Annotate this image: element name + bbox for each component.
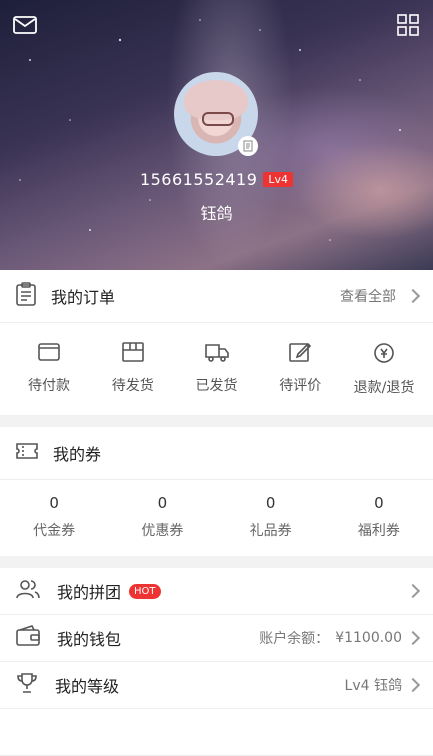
wallet-icon (15, 625, 41, 651)
order-pending-shipment[interactable]: 待发货 (92, 341, 174, 397)
level-row[interactable]: 我的等级 Lv4 钰鸽 (0, 662, 433, 709)
clipboard-icon (15, 282, 37, 310)
nickname: 钰鸽 (200, 204, 233, 223)
view-all-label: 查看全部 (340, 289, 396, 305)
coupon-counts: 0 代金券 0 优惠券 0 礼品券 0 福利券 (0, 480, 433, 556)
chevron-right-icon (405, 630, 421, 646)
chevron-right-icon (405, 677, 421, 693)
view-all-orders[interactable]: 查看全部 (340, 286, 421, 306)
balance-value: ¥1100.00 (335, 630, 402, 646)
level-badge: Lv4 (263, 172, 294, 187)
chevron-right-icon (405, 288, 421, 304)
order-label: 退款/退货 (353, 380, 415, 396)
wallet-row[interactable]: 我的钱包 账户余额： ¥1100.00 (0, 615, 433, 662)
group-buy-row[interactable]: 我的拼团 HOT (0, 568, 433, 615)
section-divider (0, 415, 433, 427)
coupon-count: 0 (265, 494, 276, 512)
level-title: 我的等级 (55, 677, 120, 696)
order-label: 待评价 (279, 378, 322, 394)
coupon-count: 0 (49, 494, 59, 512)
balance-label: 账户余额： (259, 631, 330, 647)
order-shipped[interactable]: 已发货 (176, 341, 258, 397)
edit-profile-icon[interactable] (238, 136, 258, 156)
order-pending-review[interactable]: 待评价 (259, 341, 341, 397)
orders-card: 我的订单 查看全部 待付款 待发货 已发货 待评价 退款/退货 (0, 270, 433, 415)
users-icon (15, 578, 41, 604)
wallet-title: 我的钱包 (57, 630, 122, 649)
coupon-discount[interactable]: 0 优惠券 (117, 494, 207, 540)
wallet-icon (37, 341, 61, 367)
hot-badge: HOT (129, 583, 161, 599)
coupon-label: 代金券 (33, 523, 76, 539)
trophy-icon (15, 671, 39, 699)
group-buy-title: 我的拼团 (57, 583, 122, 602)
chevron-right-icon (405, 583, 421, 599)
coupon-label: 福利券 (357, 523, 400, 539)
refund-icon (372, 341, 396, 369)
order-pending-payment[interactable]: 待付款 (8, 341, 90, 397)
order-label: 待发货 (111, 378, 154, 394)
orders-header[interactable]: 我的订单 查看全部 (0, 270, 433, 323)
coupon-gift[interactable]: 0 礼品券 (226, 494, 316, 540)
truck-icon (204, 341, 230, 367)
coupon-count: 0 (157, 494, 168, 512)
coupon-cash[interactable]: 0 代金券 (9, 494, 99, 540)
ticket-icon (15, 442, 39, 464)
order-refund[interactable]: 退款/退货 (343, 341, 425, 397)
edit-icon (288, 341, 312, 367)
coupons-card: 我的券 0 代金券 0 优惠券 0 礼品券 0 福利券 (0, 427, 433, 556)
coupon-label: 礼品券 (249, 523, 292, 539)
coupons-title: 我的券 (53, 445, 102, 464)
phone-number: 15661552419 (139, 170, 258, 189)
package-icon (121, 341, 145, 367)
order-status-row: 待付款 待发货 已发货 待评价 退款/退货 (0, 323, 433, 415)
coupons-header[interactable]: 我的券 (0, 427, 433, 480)
message-icon[interactable] (10, 10, 40, 40)
level-value: Lv4 钰鸽 (344, 678, 402, 694)
profile-header: 15661552419 Lv4 钰鸽 (0, 0, 433, 270)
list-item[interactable] (0, 709, 433, 756)
coupon-count: 0 (374, 494, 384, 512)
coupon-label: 优惠券 (141, 523, 184, 539)
orders-title: 我的订单 (51, 288, 116, 307)
order-label: 已发货 (195, 378, 238, 394)
qr-code-icon[interactable] (393, 10, 423, 40)
section-divider (0, 556, 433, 568)
order-label: 待付款 (28, 378, 70, 394)
coupon-welfare[interactable]: 0 福利券 (334, 494, 424, 540)
phone-row: 15661552419 Lv4 (0, 170, 433, 189)
